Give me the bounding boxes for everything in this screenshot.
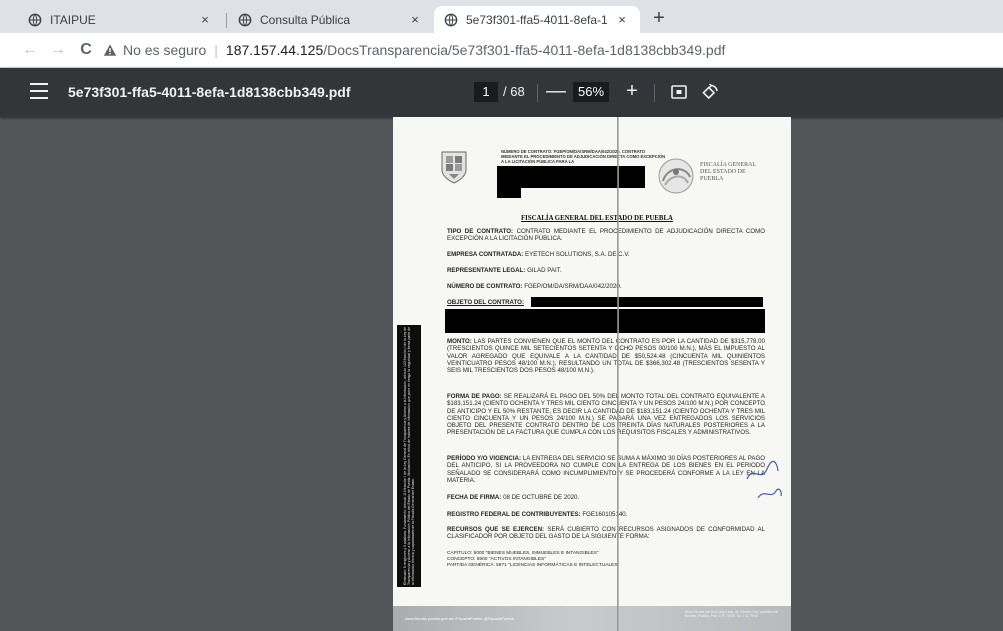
field-label: REPRESENTANTE LEGAL: [447,267,526,274]
tab-title: 5e73f301-ffa5-4011-8efa-1d8138cbb349.pdf [466,12,608,27]
fiscalia-logo-icon [658,158,694,194]
field-label: TIPO DE CONTRATO: [447,228,514,235]
address-separator: | [214,42,218,58]
redacted-block [497,187,521,198]
redaction-note: Eliminado: 8 renglones y 5 palabras. Fun… [397,325,421,587]
url-host: 187.157.44.125 [225,42,324,58]
empresa-contratada: EMPRESA CONTRATADA: EYETECH SOLUTIONS, S… [447,251,765,258]
forward-button[interactable]: → [48,40,68,60]
field-label: PERÍODO Y/O VIGENCIA: [447,455,522,462]
redacted-block [531,297,763,307]
state-seal-icon [441,151,467,184]
menu-icon[interactable] [30,83,48,99]
close-icon[interactable]: × [407,12,423,27]
periodo-vigencia: PERÍODO Y/O VIGENCIA: LA ENTREGA DEL SER… [447,455,765,484]
field-value: FGEP/OM/DA/SRM/DAA/042/2020. [524,283,622,290]
toolbar-divider [537,84,538,102]
pdf-page: NÚMERO DE CONTRATO: FGEP/OM/DA/SRM/DAA/0… [393,117,791,631]
monto: MONTO: LAS PARTES CONVIENEN QUE EL MONTO… [447,338,765,374]
field-label: NÚMERO DE CONTRATO: [447,283,523,290]
security-label[interactable]: No es seguro [123,42,206,58]
page-fold-line [617,117,619,631]
browser-toolbar: ← → C No es seguro | 187.157.44.125 /Doc… [0,33,1003,68]
globe-icon [444,13,458,26]
registro-federal: REGISTRO FEDERAL DE CONTRIBUYENTES: FGE1… [447,511,765,518]
address-bar[interactable]: No es seguro | 187.157.44.125 /DocsTrans… [103,38,983,62]
rotate-icon[interactable] [700,82,720,102]
tab-title: ITAIPUE [50,12,96,27]
footer-links: www.fiscalia.puebla.gob.mx /FiscaliaPueb… [405,616,514,621]
redaction-note-text: Eliminado: 8 renglones y 5 palabras. Fun… [402,327,416,585]
footer-address: Blvd. Héroes del 5 de Mayo esq. 31 Orien… [685,610,779,618]
fiscalia-logo-text: FISCALÍA GENERAL DEL ESTADO DE PUEBLA [700,162,756,182]
tab-title: Consulta Pública [260,12,351,27]
field-label: FORMA DE PAGO: [447,393,502,400]
warning-icon[interactable] [103,43,117,57]
tab-strip: ITAIPUE × Consulta Pública × 5e73f301-ff… [0,0,1003,33]
field-value: SE REALIZARÁ EL PAGO DEL 50% DEL MONTO T… [447,393,765,437]
field-label: OBJETO DEL CONTRATO: [447,299,524,306]
field-value: EYETECH SOLUTIONS, S.A. DE C.V. [525,251,630,258]
field-value: GILAD PAIT. [527,267,562,274]
field-label: MONTO: [447,338,472,345]
field-label: EMPRESA CONTRATADA: [447,251,524,258]
forma-de-pago: FORMA DE PAGO: SE REALIZARÁ EL PAGO DEL … [447,393,765,437]
globe-icon [238,13,252,26]
fit-page-icon[interactable] [669,82,689,102]
new-tab-button[interactable]: + [648,8,670,30]
back-button[interactable]: ← [20,40,40,60]
document-heading: FISCALÍA GENERAL DEL ESTADO DE PUEBLA [521,215,673,222]
representante-legal: REPRESENTANTE LEGAL: GILAD PAIT. [447,267,765,274]
field-value: 08 DE OCTUBRE DE 2020. [503,494,580,501]
tab-divider [226,13,227,28]
document-footer: www.fiscalia.puebla.gob.mx /FiscaliaPueb… [393,606,791,631]
zoom-in-button[interactable]: + [622,81,642,103]
zoom-out-button[interactable]: — [546,81,566,103]
recursos-ejercen: RECURSOS QUE SE EJERCEN: SERÁ CUBIERTO C… [447,526,765,541]
field-label: RECURSOS QUE SE EJERCEN: [447,526,545,533]
numero-contrato: NÚMERO DE CONTRATO: FGEP/OM/DA/SRM/DAA/0… [447,283,765,290]
fecha-de-firma: FECHA DE FIRMA: 08 DE OCTUBRE DE 2020. [447,494,765,501]
reload-button[interactable]: C [76,40,96,60]
tab-pdf[interactable]: 5e73f301-ffa5-4011-8efa-1d8138cbb349.pdf… [434,6,640,33]
field-label: REGISTRO FEDERAL DE CONTRIBUYENTES: [447,511,581,518]
redacted-block [497,166,645,188]
tab-consulta-publica[interactable]: Consulta Pública × [228,6,433,33]
partida-line: PARTIDA GENÉRICA: 5971 "LICENCIAS INFORM… [447,563,620,568]
page-number-input[interactable]: 1 [474,82,498,102]
toolbar-divider [654,84,655,102]
redacted-block [445,309,765,333]
pdf-toolbar: 5e73f301-ffa5-4011-8efa-1d8138cbb349.pdf… [0,68,1003,117]
close-icon[interactable]: × [197,12,213,27]
tab-itaipue[interactable]: ITAIPUE × [18,6,223,33]
contract-header-text: NÚMERO DE CONTRATO: FGEP/OM/DA/SRM/DAA/0… [501,149,666,164]
globe-icon [28,13,42,26]
pdf-title: 5e73f301-ffa5-4011-8efa-1d8138cbb349.pdf [68,84,351,100]
field-value: LAS PARTES CONVIENEN QUE EL MONTO DEL CO… [447,338,765,375]
field-label: FECHA DE FIRMA: [447,494,502,501]
field-value: FGE160105140. [582,511,628,518]
zoom-input[interactable]: 56% [573,82,609,102]
url-path: /DocsTransparencia/5e73f301-ffa5-4011-8e… [323,42,726,58]
close-icon[interactable]: × [614,12,630,27]
tipo-contrato: TIPO DE CONTRATO: CONTRATO MEDIANTE EL P… [447,228,765,243]
budget-lines: CAPÍTULO: 5000 "BIENES MUEBLES, INMUEBLE… [447,551,765,569]
signature-mark-icon [757,488,782,499]
page-total: / 68 [503,84,525,99]
